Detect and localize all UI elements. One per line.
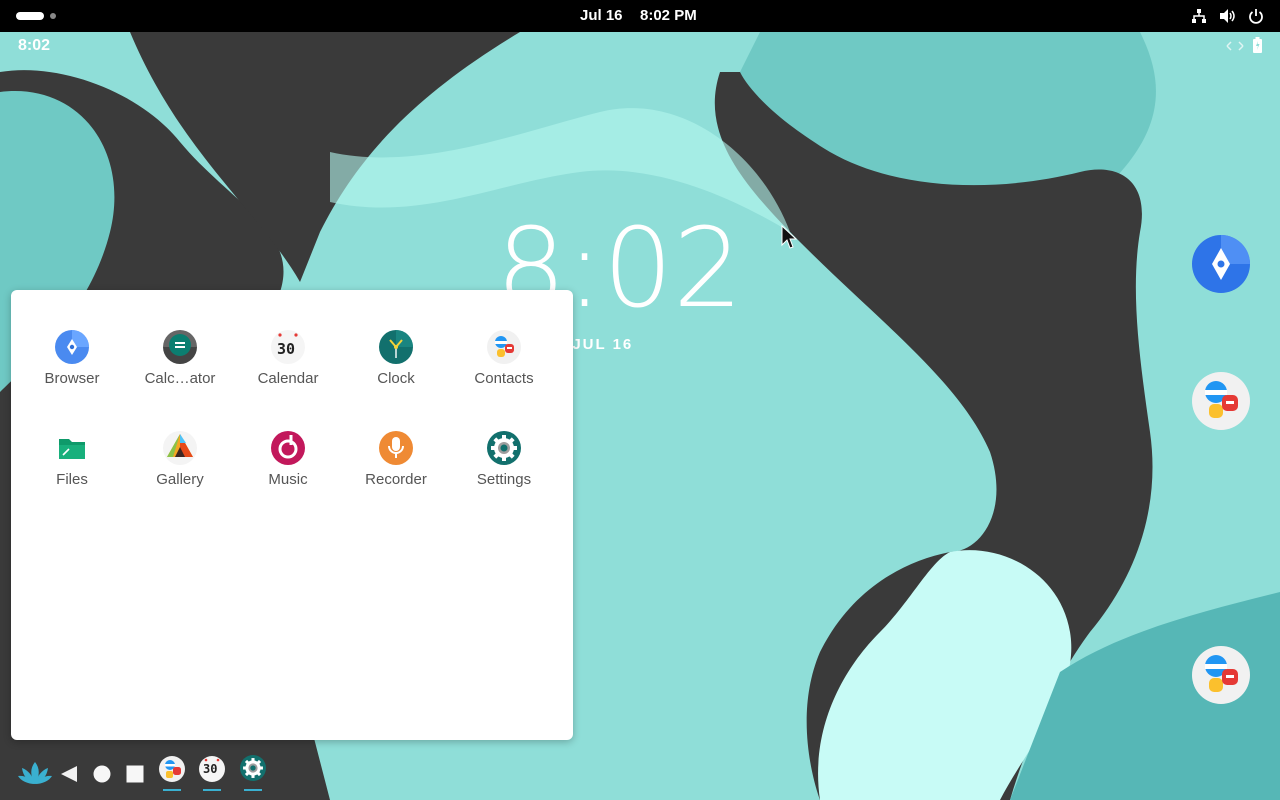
recents-icon[interactable] [126, 765, 144, 788]
dock-contacts-2[interactable] [1192, 646, 1250, 704]
power-icon[interactable] [1248, 8, 1264, 24]
status-bar-time: 8:02 [18, 37, 51, 54]
app-music[interactable]: Music [234, 431, 342, 488]
running-indicator [203, 789, 221, 791]
app-label: Recorder [365, 471, 427, 488]
taskbar-contacts[interactable] [159, 756, 185, 787]
app-label: Browser [44, 370, 100, 387]
battery-icon [1253, 37, 1262, 58]
mouse-cursor-icon [781, 224, 798, 256]
calendar-icon: 30 [271, 330, 305, 364]
contacts-icon [1192, 655, 1250, 708]
app-gallery[interactable]: Gallery [126, 431, 234, 488]
app-label: Gallery [156, 471, 204, 488]
app-calendar[interactable]: 30 Calendar [234, 330, 342, 387]
app-settings[interactable]: Settings [450, 431, 558, 488]
dock-contacts[interactable] [1192, 372, 1250, 430]
app-label: Clock [377, 370, 415, 387]
back-icon[interactable] [60, 765, 78, 788]
top-bar-time[interactable]: 8:02 PM [640, 7, 697, 24]
contacts-icon [1192, 381, 1250, 434]
app-calculator[interactable]: Calc…ator [126, 330, 234, 387]
app-label: Calendar [257, 370, 319, 387]
app-drawer: Browser Calc…ator 30 Calendar Clock Cont… [11, 290, 573, 740]
volume-icon[interactable] [1219, 8, 1235, 24]
launcher-icon[interactable] [18, 760, 52, 791]
taskbar-calendar-badge: 30 [203, 762, 218, 776]
running-indicator [163, 789, 181, 791]
clock-icon [379, 330, 413, 364]
contacts-icon [159, 756, 185, 786]
app-label: Settings [476, 471, 532, 488]
taskbar-calendar[interactable]: 30 [199, 756, 225, 782]
app-label: Contacts [474, 370, 534, 387]
calendar-badge: 30 [277, 340, 296, 358]
system-top-bar: Jul 16 8:02 PM [0, 0, 1280, 32]
workspace-dot[interactable] [50, 13, 56, 19]
network-icon[interactable] [1191, 8, 1207, 24]
taskbar-settings[interactable] [240, 755, 266, 786]
app-label: Calc…ator [144, 370, 216, 387]
calculator-icon [163, 330, 197, 364]
music-icon [271, 431, 305, 465]
files-icon [55, 431, 89, 465]
gallery-icon [163, 431, 197, 465]
browser-icon [55, 330, 89, 364]
contacts-icon [487, 330, 521, 364]
running-indicator [244, 789, 262, 791]
browser-icon [1192, 235, 1250, 297]
settings-icon [240, 755, 266, 785]
recorder-icon [379, 431, 413, 465]
home-icon[interactable] [93, 765, 111, 788]
app-browser[interactable]: Browser [18, 330, 126, 387]
settings-icon [487, 431, 521, 465]
app-files[interactable]: Files [18, 431, 126, 488]
data-transfer-icon [1226, 39, 1244, 57]
app-contacts[interactable]: Contacts [450, 330, 558, 387]
activities-indicator[interactable] [16, 12, 44, 20]
app-recorder[interactable]: Recorder [342, 431, 450, 488]
top-bar-date[interactable]: Jul 16 [580, 7, 623, 24]
dock-browser[interactable] [1192, 235, 1250, 293]
app-clock[interactable]: Clock [342, 330, 450, 387]
app-label: Music [268, 471, 308, 488]
app-label: Files [56, 471, 88, 488]
